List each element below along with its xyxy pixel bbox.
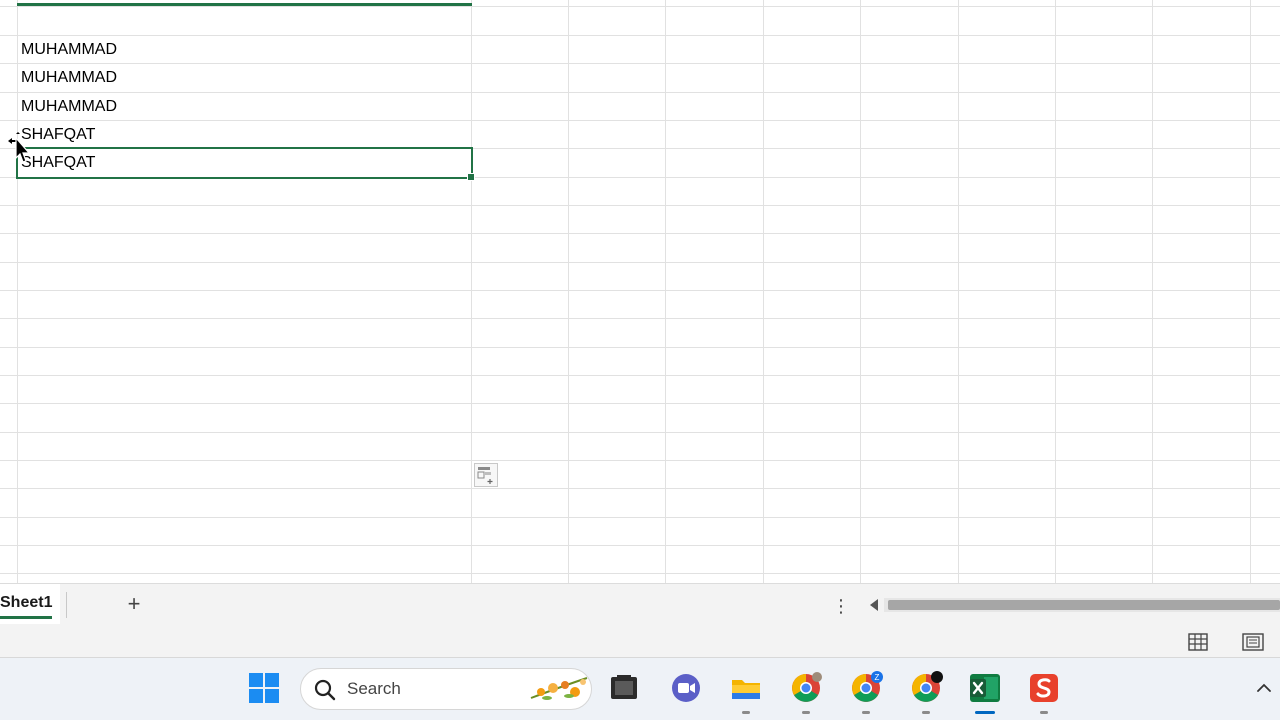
running-indicator <box>742 711 750 714</box>
column-divider <box>471 0 472 583</box>
sheet-tab-bar: Sheet1 + ⋮ <box>0 583 1280 625</box>
active-tab-indicator <box>0 616 52 619</box>
column-divider <box>1250 0 1251 583</box>
folder-icon[interactable] <box>729 671 763 705</box>
row-divider <box>0 35 1280 36</box>
search-label: Search <box>347 679 401 698</box>
office-s-icon[interactable] <box>1027 671 1061 705</box>
column-divider <box>763 0 764 583</box>
cell-muhammad-1[interactable]: MUHAMMAD <box>21 36 117 64</box>
column-divider <box>1055 0 1056 583</box>
search-icon <box>314 679 336 701</box>
row-divider <box>0 205 1280 206</box>
row-divider <box>0 120 1280 121</box>
page-layout-view-icon[interactable] <box>1241 631 1265 653</box>
scroll-left-icon[interactable] <box>868 598 880 612</box>
running-indicator <box>1040 711 1048 714</box>
status-bar <box>0 625 1280 658</box>
chevron-up-icon[interactable] <box>1254 678 1274 698</box>
taskbar-search-box[interactable]: Search <box>300 668 592 710</box>
fill-handle[interactable] <box>467 173 475 181</box>
paste-options-icon <box>477 467 493 484</box>
selected-column-header-edge <box>17 3 472 6</box>
row-divider <box>0 375 1280 376</box>
row-divider <box>0 460 1280 461</box>
move-cursor-icon <box>8 132 31 163</box>
tab-separator <box>66 592 67 618</box>
paste-options-button[interactable] <box>474 463 498 487</box>
row-divider <box>0 488 1280 489</box>
spreadsheet-grid[interactable]: MUHAMMAD MUHAMMAD MUHAMMAD SHAFQAT SHAFQ… <box>0 0 1280 583</box>
row-divider <box>0 262 1280 263</box>
column-divider <box>17 0 18 583</box>
tab-sheet1[interactable]: Sheet1 <box>0 584 60 624</box>
column-divider <box>958 0 959 583</box>
active-cell-border[interactable] <box>16 147 473 179</box>
search-highlight-flowers-icon <box>530 677 588 700</box>
svg-text:Z: Z <box>875 673 880 682</box>
running-indicator <box>862 711 870 714</box>
excel-icon[interactable] <box>968 671 1002 705</box>
row-divider <box>0 290 1280 291</box>
row-divider <box>0 347 1280 348</box>
chrome-icon[interactable] <box>789 671 823 705</box>
windows-taskbar: Search Z <box>0 658 1280 720</box>
video-call-icon[interactable] <box>669 671 703 705</box>
row-divider <box>0 517 1280 518</box>
cell-muhammad-2[interactable]: MUHAMMAD <box>21 64 117 92</box>
row-divider <box>0 92 1280 93</box>
column-divider <box>665 0 666 583</box>
running-indicator <box>802 711 810 714</box>
more-options-icon[interactable]: ⋮ <box>832 594 850 618</box>
column-divider <box>860 0 861 583</box>
normal-view-icon[interactable] <box>1186 631 1210 653</box>
row-divider <box>0 63 1280 64</box>
horizontal-scrollbar-thumb[interactable] <box>888 600 1280 610</box>
running-indicator <box>922 711 930 714</box>
start-icon[interactable] <box>247 671 281 705</box>
add-sheet-button[interactable]: + <box>122 592 146 616</box>
column-divider <box>568 0 569 583</box>
active-app-indicator <box>975 711 995 714</box>
chrome-profile-icon[interactable]: Z <box>849 671 883 705</box>
row-divider <box>0 233 1280 234</box>
row-divider <box>0 318 1280 319</box>
cell-muhammad-3[interactable]: MUHAMMAD <box>21 93 117 121</box>
chrome-icon[interactable] <box>909 671 943 705</box>
row-divider <box>0 403 1280 404</box>
row-divider <box>0 6 1280 7</box>
file-manager-icon[interactable] <box>607 671 641 705</box>
column-divider <box>1152 0 1153 583</box>
row-divider <box>0 573 1280 574</box>
row-divider <box>0 432 1280 433</box>
row-divider <box>0 545 1280 546</box>
